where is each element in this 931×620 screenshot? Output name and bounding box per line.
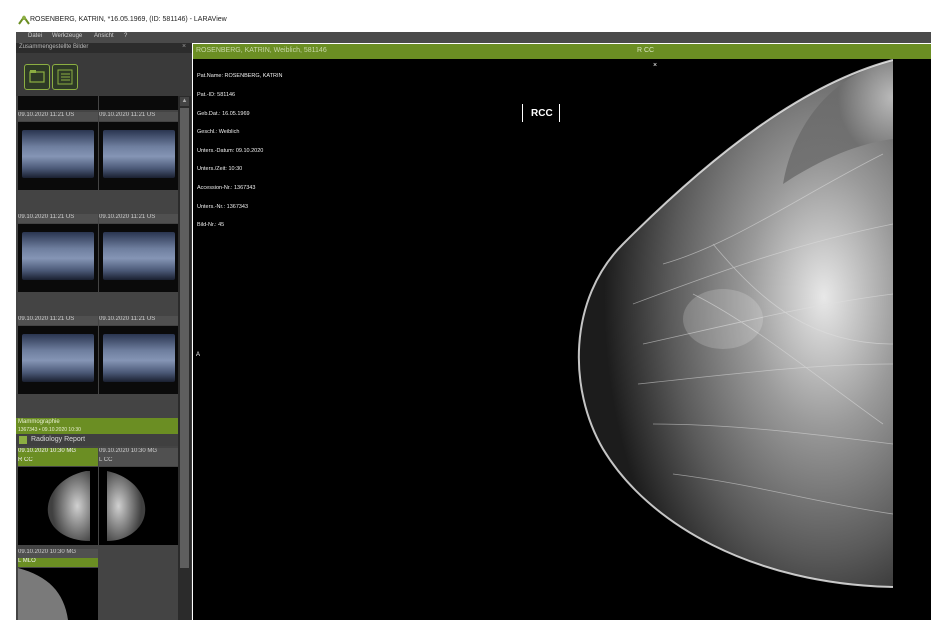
list-icon — [57, 69, 73, 85]
close-icon[interactable]: × — [182, 43, 186, 50]
dicom-line: Unters.-Datum: 09.10.2020 — [197, 147, 264, 154]
thumbnail-label: 09.10.2020 11:21 US — [18, 316, 98, 325]
thumbnail-label: 09.10.2020 11:21 US — [18, 112, 98, 121]
thumbnail-view: L MLO — [18, 558, 98, 567]
viewer-view-label: R CC — [637, 47, 655, 54]
thumbnail-view: L CC — [99, 457, 178, 466]
scroll-up-icon[interactable]: ▲ — [180, 97, 189, 106]
dicom-overlay: Pat.Name: ROSENBERG, KATRIN Pat.-ID: 581… — [197, 61, 282, 235]
folder-view-button[interactable] — [24, 64, 50, 90]
mammogram-thumbnail[interactable] — [18, 568, 98, 620]
thumbnail-label: 09.10.2020 10:30 MG — [18, 549, 98, 558]
app-icon — [18, 15, 30, 25]
dicom-line: Unters.-Nr.: 1367343 — [197, 203, 249, 210]
dicom-line: Unters./Zeit: 10:30 — [197, 166, 243, 173]
thumbnail-toolbar — [16, 54, 178, 96]
thumbnail-label: 09.10.2020 10:30 MG — [18, 448, 98, 457]
dicom-line: Accession-Nr.: 1367343 — [197, 185, 256, 192]
thumbnail-label: 09.10.2020 11:21 US — [99, 316, 178, 325]
list-view-button[interactable] — [52, 64, 78, 90]
scrollbar-thumb[interactable] — [180, 108, 189, 568]
mammogram-thumbnail[interactable] — [99, 467, 178, 545]
ultrasound-thumbnail[interactable] — [99, 326, 179, 394]
thumbnail-label: 09.10.2020 11:21 US — [99, 112, 178, 121]
ultrasound-thumbnail[interactable] — [99, 96, 179, 110]
dicom-line: Geschl.: Weiblich — [197, 129, 240, 136]
dicom-line: Pat.Name: ROSENBERG, KATRIN — [197, 73, 283, 80]
viewer-patient-info: ROSENBERG, KATRIN, Weiblich, 581146 — [196, 47, 327, 54]
menu-bar: Datei Werkzeuge Ansicht ? — [16, 32, 931, 43]
study-group-title: Mammographie — [18, 419, 60, 425]
ultrasound-thumbnail[interactable] — [99, 224, 179, 292]
orientation-label: RCC — [531, 108, 553, 119]
ultrasound-thumbnail[interactable] — [18, 224, 98, 292]
ultrasound-thumbnail[interactable] — [18, 96, 98, 110]
menu-werkzeuge[interactable]: Werkzeuge — [52, 33, 82, 39]
menu-ansicht[interactable]: Ansicht — [94, 33, 114, 39]
window-title: ROSENBERG, KATRIN, *16.05.1969, (ID: 581… — [30, 16, 227, 23]
left-panel-title: Zusammengestellte Bilder — [19, 44, 89, 50]
document-icon — [19, 436, 27, 444]
thumbnail-label: 09.10.2020 10:30 MG — [99, 448, 178, 457]
side-marker: A — [196, 352, 201, 358]
mammogram-thumbnail[interactable] — [18, 467, 98, 545]
dicom-line: Geb.Dat.: 16.05.1969 — [197, 110, 250, 117]
folder-icon — [29, 70, 45, 83]
study-group-subtitle: 1367343 • 09.10.2020 10:30 — [18, 427, 81, 433]
menu-datei[interactable]: Datei — [28, 33, 42, 39]
title-bar — [0, 0, 931, 30]
close-view-icon[interactable]: × — [653, 62, 657, 69]
thumbnail-label: 09.10.2020 11:21 US — [18, 214, 98, 223]
ultrasound-thumbnail[interactable] — [18, 122, 98, 190]
thumbnail-label: 09.10.2020 11:21 US — [99, 214, 178, 223]
ultrasound-thumbnail[interactable] — [99, 122, 179, 190]
dicom-line: Bild-Nr.: 45 — [197, 222, 225, 229]
ultrasound-thumbnail[interactable] — [18, 326, 98, 394]
thumbnail-view: R CC — [18, 457, 98, 466]
dicom-line: Pat.-ID: 581146 — [197, 92, 236, 99]
menu-help[interactable]: ? — [124, 33, 127, 39]
mammogram-image — [577, 59, 931, 620]
image-viewer[interactable] — [193, 44, 931, 620]
radiology-report-label: Radiology Report — [31, 436, 86, 443]
